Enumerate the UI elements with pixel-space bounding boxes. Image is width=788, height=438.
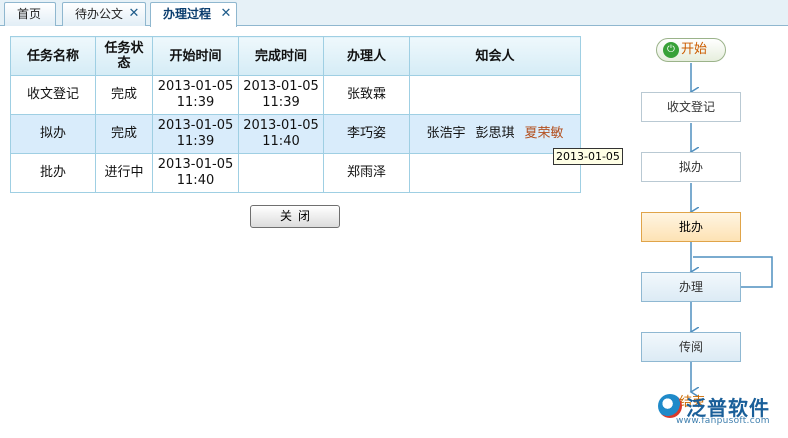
cell-task: 拟办 — [10, 114, 96, 154]
cell-status: 进行中 — [95, 153, 153, 193]
cell-status: 完成 — [95, 114, 153, 154]
col-header-start: 开始时间 — [152, 36, 239, 76]
tab-home-label: 首页 — [17, 7, 42, 21]
table-row[interactable]: 拟办 完成 2013-01-05 11:39 2013-01-05 11:40 李巧… — [10, 114, 581, 154]
flow-node-process[interactable]: 办理 — [641, 272, 741, 302]
start-time: 11:40 — [176, 173, 215, 188]
flow-start-label: 开始 — [681, 42, 708, 57]
process-table: 任务名称 任务状态 开始时间 完成时间 办理人 知会人 收文登记 完成 2013… — [10, 36, 581, 193]
cell-end: 2013-01-05 11:40 — [238, 114, 324, 154]
table-row[interactable]: 收文登记 完成 2013-01-05 11:39 2013-01-05 11:39 … — [10, 75, 581, 115]
cell-task: 收文登记 — [10, 75, 96, 115]
end-date: 2013-01-05 — [243, 118, 319, 133]
tab-process[interactable]: 办理过程 ✕ — [150, 2, 237, 27]
cell-end: 2013-01-05 11:39 — [238, 75, 324, 115]
workflow-diagram: ⏻ 开始 收文登记 拟办 批办 办理 传阅 结束 — [600, 30, 788, 438]
brand-logo-icon — [658, 394, 682, 418]
flow-node-approve[interactable]: 批办 — [641, 212, 741, 242]
close-icon[interactable]: ✕ — [219, 3, 233, 25]
tab-bar: 首页 待办公文 ✕ 办理过程 ✕ — [0, 0, 788, 27]
tab-home[interactable]: 首页 — [4, 2, 56, 26]
end-time: 11:39 — [262, 95, 300, 110]
cell-cc — [409, 75, 581, 115]
cc-person[interactable]: 彭思琪 — [475, 126, 514, 142]
cell-handler: 李巧姿 — [323, 114, 410, 154]
cell-task: 批办 — [10, 153, 96, 193]
cell-start: 2013-01-05 11:40 — [152, 153, 239, 193]
flow-node-draft[interactable]: 拟办 — [641, 152, 741, 182]
end-time: 11:40 — [262, 134, 300, 149]
close-button[interactable]: 关闭 — [250, 205, 340, 228]
power-icon: ⏻ — [663, 42, 679, 58]
table-row[interactable]: 批办 进行中 2013-01-05 11:40 郑雨泽 — [10, 153, 581, 193]
watermark-url: www.fanpusoft.com — [676, 416, 770, 426]
tab-process-label: 办理过程 — [163, 7, 212, 21]
flow-node-register[interactable]: 收文登记 — [641, 92, 741, 122]
tab-pending-docs[interactable]: 待办公文 ✕ — [62, 2, 146, 26]
start-time: 11:39 — [176, 95, 215, 110]
col-header-status: 任务状态 — [95, 36, 153, 76]
cell-status: 完成 — [95, 75, 153, 115]
close-icon[interactable]: ✕ — [127, 3, 141, 25]
start-date: 2013-01-05 — [157, 157, 234, 172]
start-date: 2013-01-05 — [157, 118, 234, 133]
end-date: 2013-01-05 — [243, 79, 319, 94]
col-header-handler: 办理人 — [323, 36, 410, 76]
cell-start: 2013-01-05 11:39 — [152, 114, 239, 154]
cell-handler: 郑雨泽 — [323, 153, 410, 193]
cell-handler: 张致霖 — [323, 75, 410, 115]
cc-person-hovered[interactable]: 夏荣敏 — [525, 126, 564, 142]
tab-pending-docs-label: 待办公文 — [75, 7, 124, 21]
table-header-row: 任务名称 任务状态 开始时间 完成时间 办理人 知会人 — [10, 36, 581, 76]
cell-end — [238, 153, 324, 193]
start-date: 2013-01-05 — [157, 79, 234, 94]
start-time: 11:39 — [176, 134, 215, 149]
col-header-end: 完成时间 — [238, 36, 324, 76]
cell-start: 2013-01-05 11:39 — [152, 75, 239, 115]
col-header-task: 任务名称 — [10, 36, 96, 76]
cc-person[interactable]: 张浩宇 — [426, 126, 465, 142]
flow-node-circulate[interactable]: 传阅 — [641, 332, 741, 362]
watermark: 泛普软件 www.fanpusoft.com — [656, 390, 786, 430]
col-header-cc: 知会人 — [409, 36, 581, 76]
flow-start[interactable]: ⏻ 开始 — [656, 38, 726, 62]
